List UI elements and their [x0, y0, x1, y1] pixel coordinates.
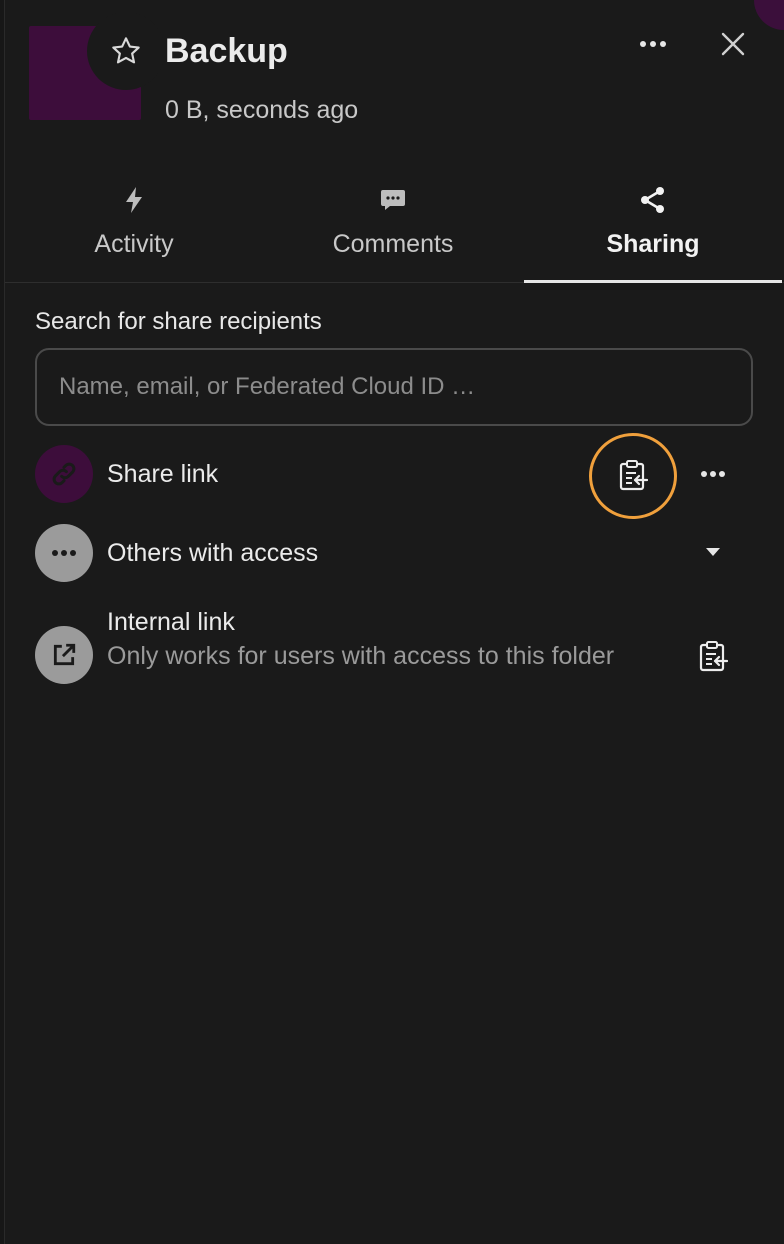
header-more-button[interactable] [631, 24, 675, 64]
others-expand-button[interactable] [691, 530, 735, 574]
share-link-avatar [35, 445, 93, 503]
share-link-title: Share link [107, 460, 219, 488]
star-outline-icon [112, 37, 140, 64]
copy-internal-link-button[interactable] [691, 634, 735, 678]
search-input[interactable] [35, 348, 753, 426]
dots-horizontal-icon [640, 41, 666, 47]
others-avatar [35, 524, 93, 582]
tab-activity[interactable]: Activity [5, 176, 263, 283]
close-icon [721, 32, 745, 56]
page-title: Backup [165, 32, 288, 70]
tab-sharing[interactable]: Sharing [524, 176, 782, 283]
dots-horizontal-icon [701, 471, 725, 477]
link-icon [52, 462, 76, 486]
sidebar-panel: Backup 0 B, seconds ago Activity Comment… [4, 0, 784, 1244]
internal-link-title: Internal link [107, 608, 235, 636]
clipboard-copy-icon [699, 641, 728, 672]
copy-share-link-button[interactable] [611, 453, 655, 497]
comment-icon [381, 190, 405, 210]
corner-accent [754, 0, 784, 30]
external-link-icon [53, 643, 76, 666]
sidebar-tabs: Activity Comments Sharing [5, 176, 784, 283]
tab-label: Sharing [606, 230, 700, 258]
tab-label: Activity [94, 230, 174, 258]
close-button[interactable] [711, 22, 755, 66]
caret-down-icon [706, 548, 720, 556]
search-label: Search for share recipients [35, 308, 322, 335]
internal-link-avatar [35, 626, 93, 684]
favorite-button[interactable] [87, 12, 165, 90]
tab-label: Comments [332, 230, 454, 258]
share-icon [641, 187, 664, 213]
internal-link-description: Only works for users with access to this… [107, 642, 615, 670]
others-with-access-title: Others with access [107, 539, 319, 567]
dots-horizontal-icon [52, 550, 76, 556]
tab-comments[interactable]: Comments [264, 176, 522, 283]
lightning-icon [126, 187, 142, 213]
clipboard-copy-icon [619, 460, 648, 491]
file-meta: 0 B, seconds ago [165, 96, 359, 124]
share-link-more-button[interactable] [691, 452, 735, 496]
